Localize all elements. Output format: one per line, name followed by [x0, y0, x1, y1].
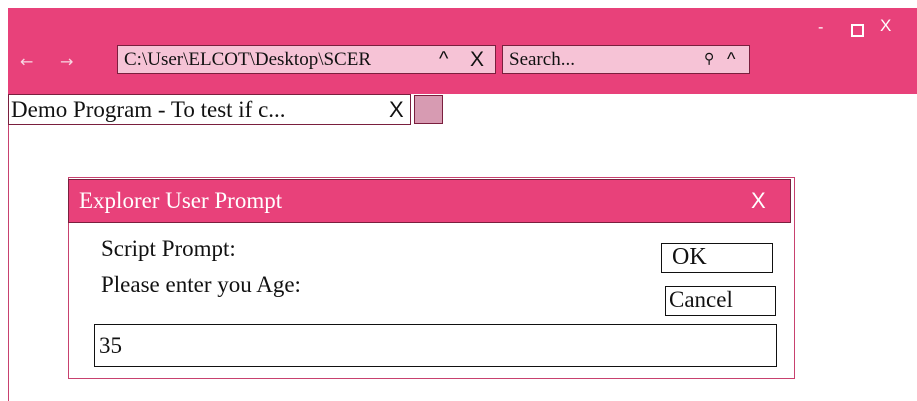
tab-label: Demo Program - To test if c... [11, 97, 286, 122]
tab-close-icon[interactable]: X [389, 95, 404, 124]
back-arrow-icon[interactable]: ← [20, 52, 33, 71]
age-input[interactable]: 35 [94, 324, 777, 367]
ok-button[interactable]: OK [661, 243, 773, 273]
search-box[interactable]: Search... ⚲ ^ [502, 45, 750, 74]
prompt-heading: Script Prompt: [101, 236, 236, 261]
new-tab-button[interactable] [414, 95, 443, 124]
forward-arrow-icon[interactable]: → [60, 52, 73, 71]
dialog-close-icon[interactable]: X [751, 180, 766, 222]
dialog-title: Explorer User Prompt [79, 188, 283, 213]
cancel-button[interactable]: Cancel [665, 286, 776, 316]
search-icon[interactable]: ⚲ [704, 46, 714, 73]
browser-tab[interactable]: Demo Program - To test if c... X [8, 94, 411, 125]
maximize-button[interactable] [851, 24, 864, 37]
address-value: C:\User\ELCOT\Desktop\SCER [124, 49, 371, 70]
minimize-button[interactable]: - [818, 20, 823, 35]
address-bar[interactable]: C:\User\ELCOT\Desktop\SCER ^ X [117, 45, 496, 74]
address-clear-icon[interactable]: X [470, 46, 484, 73]
search-dropdown-icon[interactable]: ^ [727, 46, 735, 73]
search-placeholder: Search... [509, 49, 575, 70]
address-dropdown-icon[interactable]: ^ [439, 46, 448, 73]
close-window-button[interactable]: X [880, 17, 891, 34]
prompt-message: Please enter you Age: [101, 272, 301, 297]
dialog-title-bar: Explorer User Prompt X [68, 179, 791, 223]
